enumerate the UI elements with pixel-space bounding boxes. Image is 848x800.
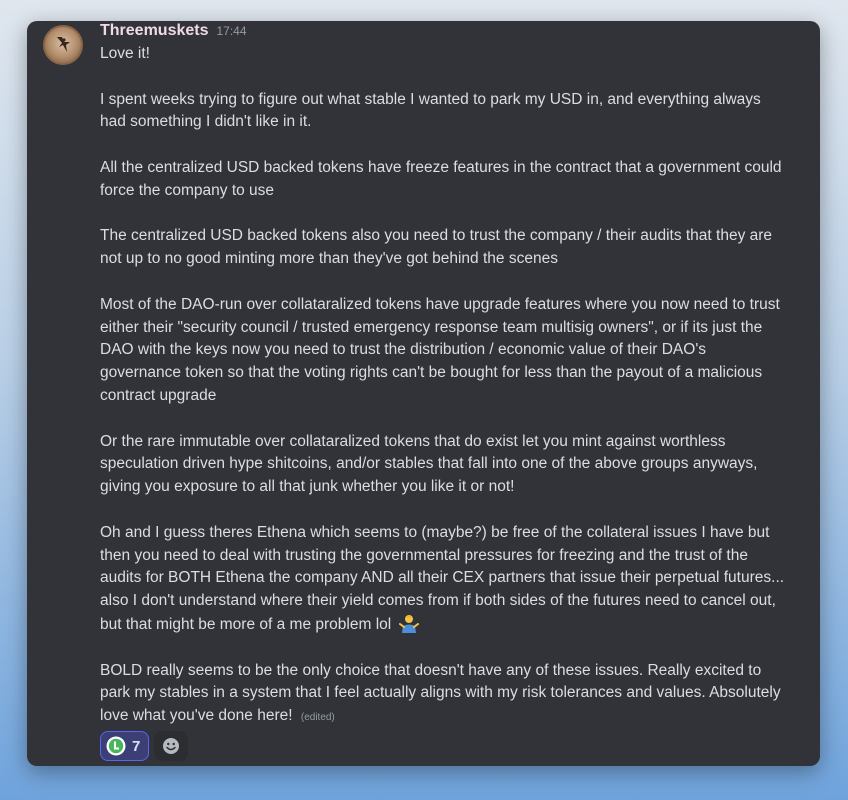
message-paragraph: The centralized USD backed tokens also y… <box>100 227 773 268</box>
add-reaction-icon <box>163 738 180 754</box>
reaction-count: 7 <box>132 737 141 755</box>
message-paragraph-text: BOLD really seems to be the only choice … <box>100 661 781 725</box>
message-body: Love it! I spent weeks trying to figure … <box>100 43 790 730</box>
add-reaction-button[interactable] <box>154 731 189 761</box>
avatar-emblem-icon <box>57 37 70 52</box>
message-paragraph: Most of the DAO-run over collataralized … <box>100 295 780 404</box>
liquity-logo-icon <box>106 736 126 756</box>
message-header: Threemuskets 17:44 <box>100 22 247 42</box>
reactions-bar: 7 <box>100 731 189 761</box>
edited-label: (edited) <box>300 712 335 724</box>
person-shrugging-emoji-icon <box>398 613 419 633</box>
message-paragraph: Or the rare immutable over collataralize… <box>100 432 758 496</box>
username[interactable]: Threemuskets <box>100 22 209 40</box>
message-paragraph: Oh and I guess theres Ethena which seems… <box>100 522 790 637</box>
message-paragraph: I spent weeks trying to figure out what … <box>100 90 761 131</box>
message-paragraph: All the centralized USD backed tokens ha… <box>100 158 782 199</box>
message-card: Threemuskets 17:44 Love it! I spent week… <box>27 21 820 766</box>
message-paragraph: BOLD really seems to be the only choice … <box>100 660 790 730</box>
timestamp[interactable]: 17:44 <box>217 24 247 38</box>
message-paragraph-text: Oh and I guess theres Ethena which seems… <box>100 523 785 633</box>
reaction-liquity[interactable]: 7 <box>100 731 150 761</box>
avatar[interactable] <box>43 25 83 65</box>
message-paragraph: Love it! <box>100 45 150 62</box>
